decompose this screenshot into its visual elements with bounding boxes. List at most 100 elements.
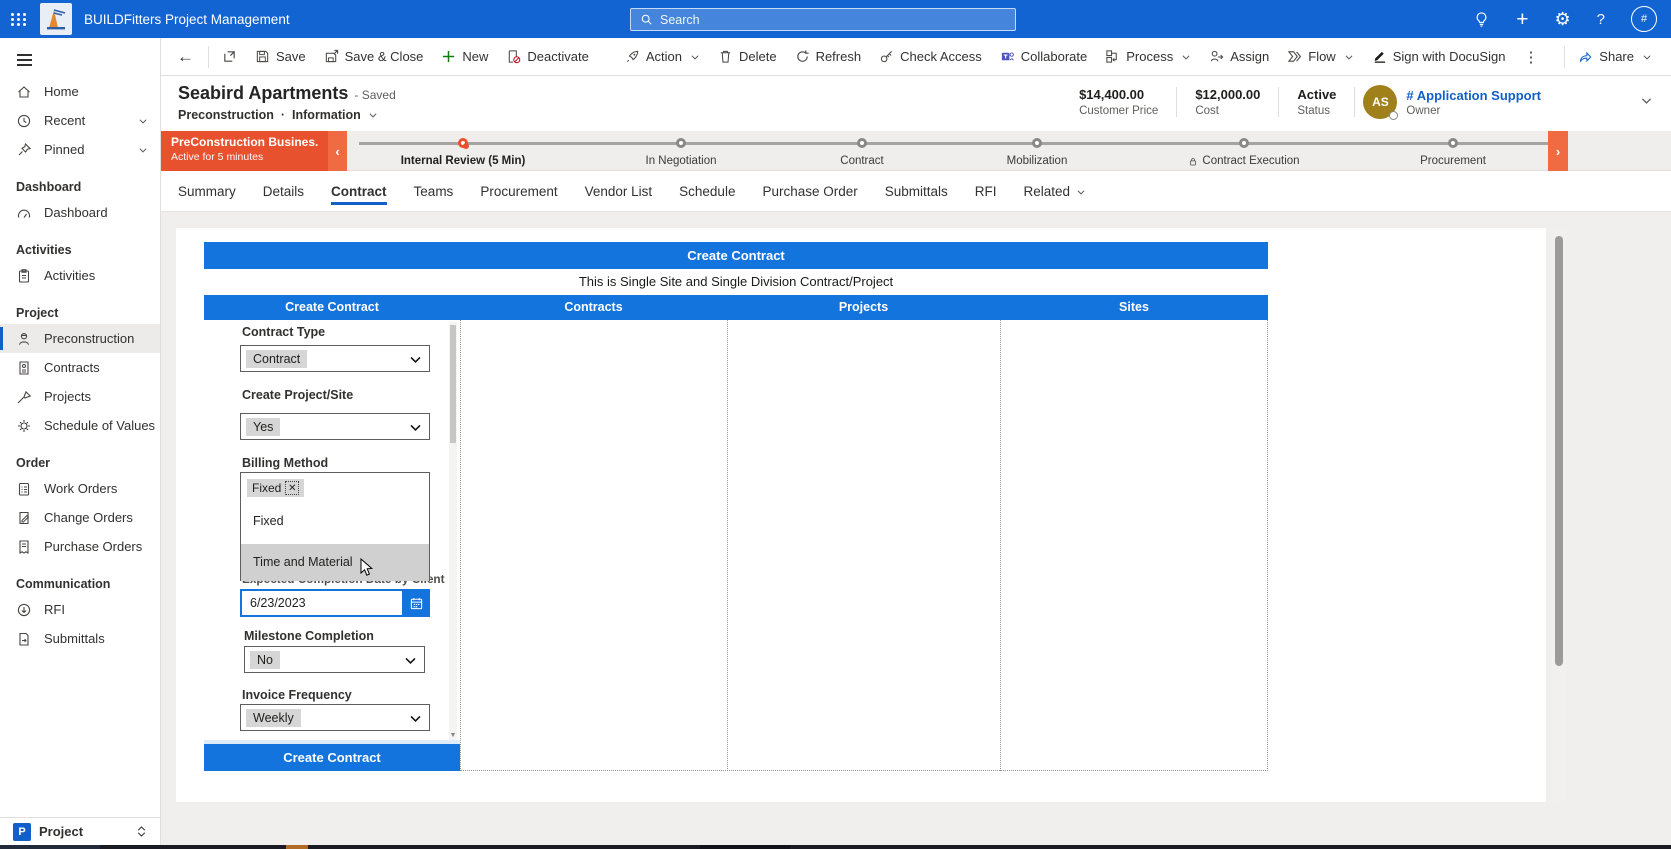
area-switcher[interactable]: P Project bbox=[0, 817, 160, 845]
sidebar-item-activities[interactable]: Activities bbox=[0, 261, 160, 290]
new-button[interactable]: New bbox=[432, 42, 497, 72]
sidebar-item-pinned[interactable]: Pinned bbox=[0, 135, 160, 164]
record-header: Seabird Apartments - Saved Preconstructio… bbox=[161, 76, 1671, 131]
quick-create-plus-icon[interactable]: + bbox=[1516, 9, 1528, 30]
entity-name: Preconstruction bbox=[178, 108, 274, 122]
assign-button[interactable]: Assign bbox=[1200, 42, 1278, 72]
delete-button[interactable]: Delete bbox=[709, 42, 786, 72]
open-record-button[interactable] bbox=[213, 42, 246, 72]
sidebar-item-projects[interactable]: Projects bbox=[0, 382, 160, 411]
collaborate-button[interactable]: Collaborate bbox=[991, 42, 1097, 72]
bpf-next-stage-chevron[interactable]: › bbox=[1548, 131, 1568, 171]
app-logo[interactable] bbox=[40, 3, 72, 35]
action-button[interactable]: Action bbox=[616, 42, 709, 72]
refresh-icon bbox=[796, 50, 809, 62]
milestone-completion-select[interactable]: No bbox=[244, 646, 425, 673]
settings-gear-icon[interactable]: ⚙ bbox=[1555, 10, 1571, 28]
bpf-stage-internal-review[interactable]: Internal Review (5 Min) bbox=[353, 135, 573, 167]
command-bar: ← Save Save & Close New Deactivate Actio… bbox=[161, 38, 1671, 76]
contract-type-select[interactable]: Contract bbox=[240, 345, 430, 372]
chevron-down-icon[interactable] bbox=[368, 110, 378, 120]
tab-contract[interactable]: Contract bbox=[331, 171, 387, 212]
expected-completion-date-input[interactable]: 6/23/2023 bbox=[240, 589, 430, 617]
sidebar-item-recent[interactable]: Recent bbox=[0, 106, 160, 135]
tab-rfi[interactable]: RFI bbox=[975, 171, 997, 212]
page-scrollbar-thumb[interactable] bbox=[1555, 236, 1563, 666]
taskbar-strip bbox=[0, 845, 1671, 849]
back-button[interactable]: ← bbox=[167, 47, 204, 67]
docusign-button[interactable]: Sign with DocuSign bbox=[1363, 42, 1515, 72]
billing-option-fixed[interactable]: Fixed bbox=[241, 509, 429, 533]
global-search-input[interactable]: Search bbox=[630, 8, 1016, 31]
share-button[interactable]: Share bbox=[1569, 42, 1661, 72]
page-arrow-icon bbox=[19, 632, 29, 646]
lock-icon bbox=[1190, 157, 1197, 165]
milestone-completion-label: Milestone Completion bbox=[244, 629, 374, 643]
check-access-button[interactable]: Check Access bbox=[870, 42, 991, 72]
colhead-sites: Sites bbox=[1119, 300, 1149, 314]
user-avatar[interactable]: # bbox=[1631, 6, 1657, 32]
form-tabs: Summary Details Contract Teams Procureme… bbox=[161, 171, 1671, 212]
form-scrollbar-thumb[interactable] bbox=[450, 325, 456, 443]
owner-field[interactable]: AS # Application Support Owner bbox=[1355, 85, 1541, 120]
sidebar-item-work-orders[interactable]: Work Orders bbox=[0, 474, 160, 503]
tab-procurement[interactable]: Procurement bbox=[480, 171, 557, 212]
checklist-icon bbox=[18, 482, 30, 496]
worker-icon bbox=[18, 332, 30, 345]
column-divider bbox=[460, 320, 461, 771]
sidebar-item-schedule-of-values[interactable]: Schedule of Values bbox=[0, 411, 160, 440]
edit-page-icon bbox=[19, 511, 30, 524]
scroll-down-arrow-icon[interactable]: ▼ bbox=[449, 732, 457, 739]
tab-submittals[interactable]: Submittals bbox=[885, 171, 948, 212]
save-button[interactable]: Save bbox=[246, 42, 315, 72]
billing-option-time-and-material[interactable]: Time and Material bbox=[241, 544, 429, 581]
create-contract-button[interactable]: Create Contract bbox=[204, 744, 460, 771]
form-selector[interactable]: Information bbox=[292, 108, 361, 122]
hamburger-menu-icon[interactable] bbox=[0, 38, 160, 77]
remove-tag-icon[interactable]: ✕ bbox=[285, 481, 300, 495]
tab-purchase-order[interactable]: Purchase Order bbox=[762, 171, 857, 212]
bpf-stage-procurement[interactable]: Procurement bbox=[1343, 135, 1563, 167]
tab-summary[interactable]: Summary bbox=[178, 171, 236, 212]
flow-button[interactable]: Flow bbox=[1278, 42, 1362, 72]
refresh-button[interactable]: Refresh bbox=[786, 42, 871, 72]
sidebar-item-rfi[interactable]: RFI bbox=[0, 595, 160, 624]
bpf-stage-mobilization[interactable]: Mobilization bbox=[927, 135, 1147, 167]
more-commands-button[interactable]: ⋮ bbox=[1514, 42, 1547, 72]
form-scrollbar[interactable]: ▼ bbox=[449, 322, 457, 740]
sidebar-item-purchase-orders[interactable]: Purchase Orders bbox=[0, 532, 160, 561]
process-button[interactable]: Process bbox=[1096, 42, 1200, 72]
chevron-down-icon bbox=[410, 356, 421, 364]
sidebar-item-dashboard[interactable]: Dashboard bbox=[0, 198, 160, 227]
header-expand-chevron[interactable] bbox=[1640, 94, 1653, 107]
save-and-close-button[interactable]: Save & Close bbox=[315, 42, 433, 72]
tab-vendor-list[interactable]: Vendor List bbox=[585, 171, 653, 212]
owner-link[interactable]: # Application Support bbox=[1406, 88, 1541, 103]
deactivate-button[interactable]: Deactivate bbox=[497, 42, 615, 72]
project-area-badge: P bbox=[13, 822, 31, 841]
sidebar-item-change-orders[interactable]: Change Orders bbox=[0, 503, 160, 532]
column-headers: Create Contract Contracts Projects Sites bbox=[204, 295, 1268, 320]
waffle-menu-icon[interactable] bbox=[0, 0, 38, 38]
sidebar-item-contracts[interactable]: Contracts bbox=[0, 353, 160, 382]
tab-details[interactable]: Details bbox=[263, 171, 304, 212]
bpf-collapse-chevron[interactable]: ‹ bbox=[328, 131, 347, 171]
lightbulb-icon[interactable] bbox=[1473, 11, 1490, 28]
tab-teams[interactable]: Teams bbox=[414, 171, 454, 212]
tab-schedule[interactable]: Schedule bbox=[679, 171, 735, 212]
bpf-active-stage-box[interactable]: PreConstruction Busines... Active for 5 … bbox=[161, 131, 328, 171]
bpf-stage-contract-execution[interactable]: Contract Execution bbox=[1134, 135, 1354, 167]
invoice-frequency-select[interactable]: Weekly bbox=[240, 704, 430, 731]
sidebar-item-home[interactable]: Home bbox=[0, 77, 160, 106]
chevron-down-icon bbox=[1182, 54, 1190, 60]
help-icon[interactable]: ? bbox=[1597, 12, 1605, 27]
date-picker-button[interactable] bbox=[402, 589, 430, 617]
create-project-site-select[interactable]: Yes bbox=[240, 413, 430, 440]
sidebar-item-preconstruction[interactable]: Preconstruction bbox=[0, 324, 160, 353]
page-scrollbar[interactable] bbox=[1551, 228, 1566, 802]
invoice-icon bbox=[19, 539, 29, 554]
tab-related[interactable]: Related bbox=[1024, 171, 1086, 212]
invoice-frequency-label: Invoice Frequency bbox=[242, 688, 352, 702]
sidebar-item-submittals[interactable]: Submittals bbox=[0, 624, 160, 653]
clipboard-icon bbox=[18, 268, 30, 283]
